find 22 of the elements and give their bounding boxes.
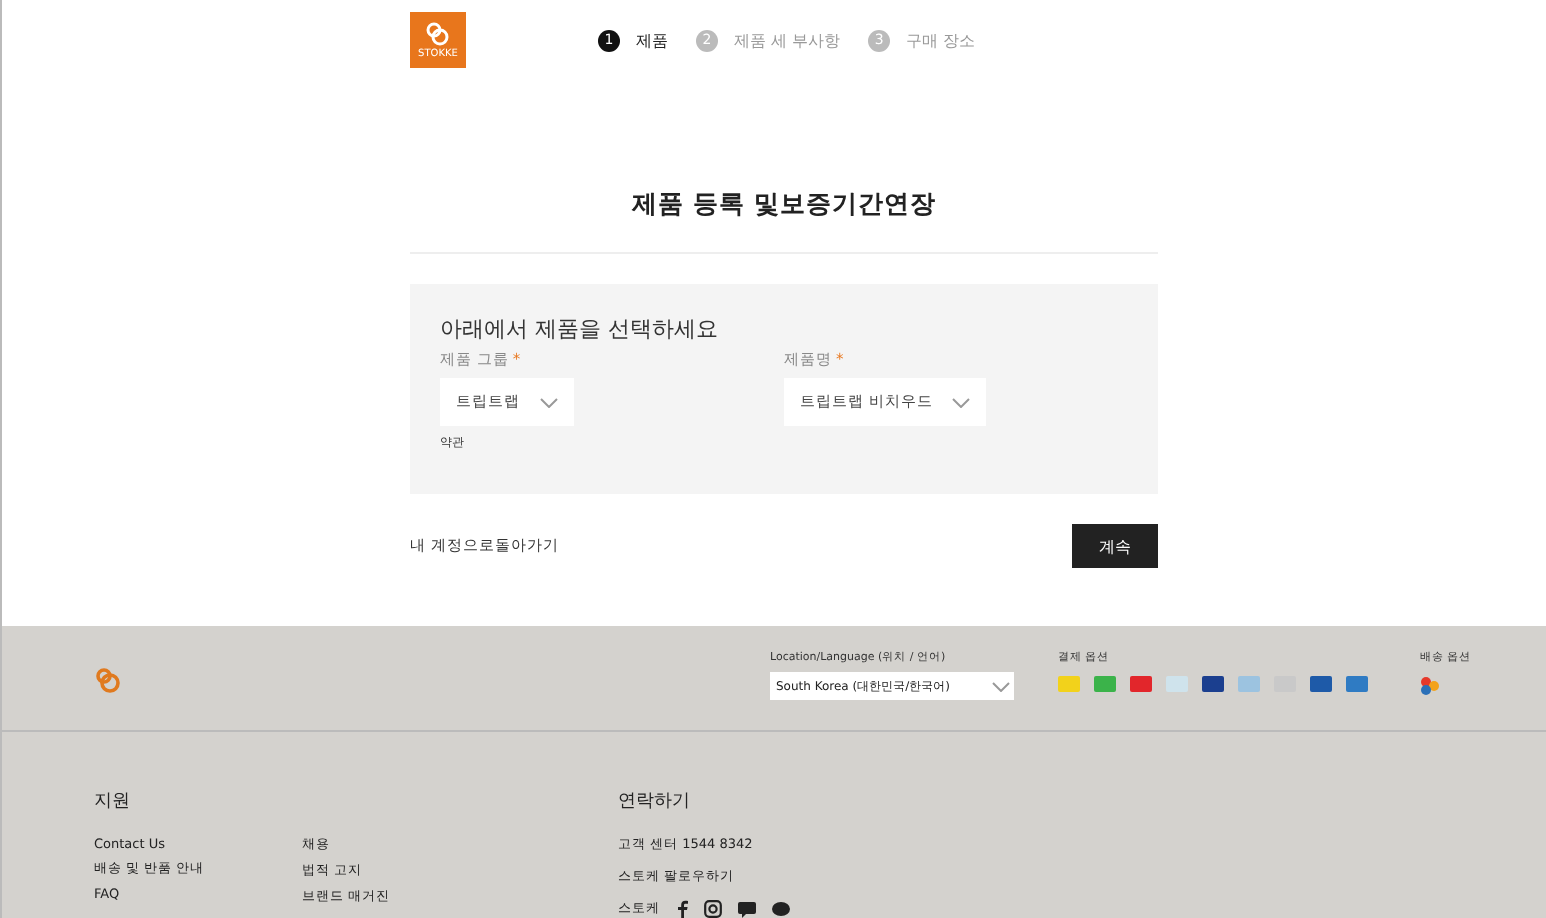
continue-button[interactable]: 계속 [1072,524,1158,568]
speech-bubble-icon[interactable] [772,901,790,917]
form-heading: 아래에서 제품을 선택하세요 [440,314,720,344]
payment-card-icon [1094,676,1116,692]
payment-card-icon [1310,676,1332,692]
payment-card-icon [1058,676,1080,692]
contact-title: 연락하기 [618,790,692,814]
instagram-icon[interactable] [704,900,722,918]
payment-card-icon [1130,676,1152,692]
payment-card-icon [1346,676,1368,692]
chevron-down-icon [992,681,1010,691]
courier-logo-icon [1420,676,1440,696]
facebook-icon[interactable] [676,900,688,918]
payment-card-icon [1202,676,1224,692]
chevron-down-icon [540,397,558,407]
chat-icon[interactable] [738,901,756,917]
payment-card-icon [1166,676,1188,692]
logo-icon [424,21,452,45]
support-title: 지원 [94,790,132,814]
page-title: 제품 등록 및보증기간연장 [630,186,938,222]
payment-card-icon [1238,676,1260,692]
chevron-down-icon [952,397,971,407]
